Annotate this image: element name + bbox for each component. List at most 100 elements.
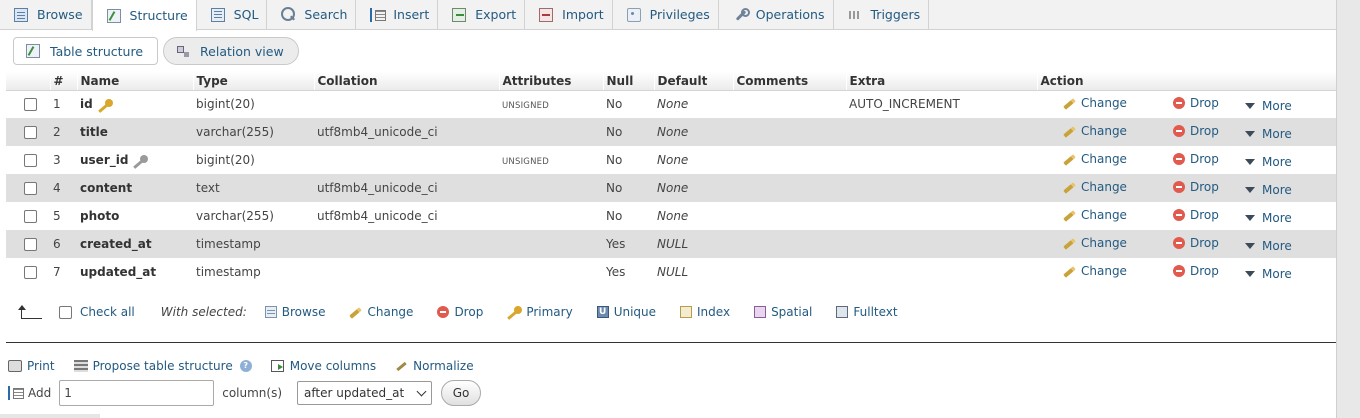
table-row: 4 content text utf8mb4_unicode_ci No None Chan… [6, 174, 1336, 202]
bulk-change-label: Change [367, 305, 414, 319]
subtab-relation-view[interactable]: Relation view [163, 37, 299, 65]
spatial-icon [754, 306, 767, 318]
column-count-input[interactable] [59, 380, 215, 406]
row-number: 7 [50, 258, 77, 286]
header-collation: Collation [313, 72, 499, 91]
check-all-checkbox[interactable] [59, 305, 72, 319]
change-button[interactable]: Change [1063, 180, 1173, 194]
column-null: No [603, 118, 654, 146]
tab-triggers[interactable]: Triggers [834, 0, 930, 29]
drop-button[interactable]: Drop [1173, 264, 1245, 278]
more-button[interactable]: More [1245, 211, 1292, 225]
bulk-index-button[interactable]: Index [680, 305, 730, 319]
horizontal-scrollbar[interactable] [0, 414, 100, 418]
header-comments: Comments [732, 72, 846, 91]
change-button[interactable]: Change [1063, 124, 1173, 138]
drop-icon [1173, 236, 1185, 249]
drop-icon [1173, 152, 1185, 165]
subtab-table-structure[interactable]: Table structure [13, 37, 159, 65]
row-checkbox[interactable] [24, 98, 37, 112]
tab-label: Operations [755, 7, 825, 22]
row-checkbox[interactable] [24, 210, 37, 223]
row-checkbox[interactable] [24, 266, 37, 279]
bulk-drop-button[interactable]: Drop [437, 305, 483, 319]
more-button[interactable]: More [1245, 267, 1292, 281]
row-checkbox[interactable] [24, 126, 37, 139]
pencil-icon [1063, 125, 1077, 137]
change-button[interactable]: Change [1063, 236, 1173, 250]
change-button[interactable]: Change [1063, 208, 1173, 222]
row-checkbox[interactable] [24, 238, 37, 251]
divider [6, 342, 1336, 343]
row-checkbox[interactable] [24, 154, 37, 167]
export-icon [452, 7, 467, 22]
help-icon[interactable]: ? [239, 360, 252, 372]
change-button[interactable]: Change [1063, 264, 1173, 278]
bulk-fulltext-button[interactable]: Fulltext [836, 305, 898, 319]
move-columns-link[interactable]: Move columns [270, 359, 376, 373]
drop-button[interactable]: Drop [1173, 124, 1245, 138]
column-type: timestamp [193, 258, 314, 286]
column-position-value: after updated_at [304, 386, 405, 400]
drop-button[interactable]: Drop [1173, 96, 1245, 110]
table-header-row: # Name Type Collation Attributes Null De… [6, 72, 1336, 91]
tab-import[interactable]: Import [525, 0, 613, 29]
browse-icon [14, 7, 28, 22]
insert-icon [370, 7, 387, 22]
row-checkbox[interactable] [24, 182, 37, 195]
bulk-primary-button[interactable]: Primary [507, 305, 573, 319]
drop-button[interactable]: Drop [1173, 152, 1245, 166]
tab-browse[interactable]: Browse [0, 0, 92, 29]
more-button[interactable]: More [1245, 183, 1292, 197]
more-button[interactable]: More [1245, 99, 1292, 113]
vertical-scrollbar[interactable] [1336, 0, 1360, 418]
propose-label: Propose table structure [92, 359, 233, 373]
drop-button[interactable]: Drop [1173, 236, 1245, 250]
change-button[interactable]: Change [1063, 152, 1173, 166]
tab-sql[interactable]: SQL [197, 0, 268, 29]
bulk-spatial-button[interactable]: Spatial [754, 305, 812, 319]
subtab-label: Relation view [200, 43, 284, 59]
column-collation [314, 258, 499, 286]
drop-button[interactable]: Drop [1173, 180, 1245, 194]
tab-privileges[interactable]: Privileges [613, 0, 719, 29]
drop-button[interactable]: Drop [1173, 208, 1245, 222]
column-comments [733, 258, 846, 286]
header-null: Null [602, 72, 654, 91]
column-position-select[interactable]: after updated_at [297, 381, 433, 405]
propose-structure-link[interactable]: Propose table structure? [73, 359, 252, 373]
column-null: Yes [603, 230, 654, 258]
change-label: Change [1081, 123, 1127, 138]
drop-icon [1173, 208, 1185, 221]
normalize-link[interactable]: Normalize [395, 359, 473, 373]
more-button[interactable]: More [1245, 155, 1292, 169]
pencil-icon [1063, 265, 1077, 277]
check-all-link[interactable]: Check all [80, 305, 135, 319]
more-button[interactable]: More [1245, 127, 1292, 141]
more-button[interactable]: More [1245, 239, 1292, 253]
drop-icon [1173, 180, 1185, 193]
column-default: None [657, 181, 689, 195]
change-button[interactable]: Change [1063, 96, 1173, 110]
change-label: Change [1081, 151, 1127, 166]
bulk-unique-button[interactable]: U Unique [596, 305, 656, 319]
print-link[interactable]: Print [8, 359, 55, 373]
table-row: 1 id bigint(20) UNSIGNED No None AUTO_INCREMEN… [6, 90, 1336, 118]
bulk-spatial-label: Spatial [771, 305, 813, 319]
go-button[interactable]: Go [441, 380, 482, 406]
tab-search[interactable]: Search [267, 0, 357, 29]
tab-insert[interactable]: Insert [356, 0, 439, 29]
column-name: photo [80, 209, 120, 223]
tab-structure[interactable]: Structure [91, 0, 197, 31]
caret-down-icon [1245, 102, 1255, 109]
column-comments [733, 202, 846, 230]
tab-label: Triggers [870, 7, 921, 22]
page: Browse Structure SQL Search Insert Expor… [0, 0, 1336, 418]
tab-operations[interactable]: Operations [719, 0, 834, 29]
change-label: Change [1081, 179, 1127, 194]
row-number: 1 [50, 90, 77, 118]
column-type: text [193, 174, 314, 202]
bulk-browse-button[interactable]: Browse [264, 305, 325, 319]
bulk-change-button[interactable]: Change [349, 305, 413, 319]
tab-export[interactable]: Export [438, 0, 526, 29]
